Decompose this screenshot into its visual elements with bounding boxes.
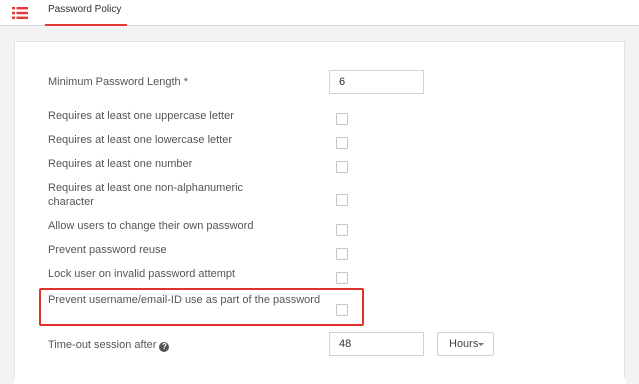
- checkbox-uppercase[interactable]: [336, 113, 348, 125]
- required-mark: *: [180, 76, 189, 88]
- min-length-label: Minimum Password Length *: [48, 75, 298, 89]
- option-label-number: Requires at least one number: [48, 158, 193, 170]
- checkbox-number[interactable]: [336, 161, 348, 173]
- panel-bottom: [14, 378, 625, 384]
- option-label-lock-user: Lock user on invalid password attempt: [48, 268, 236, 280]
- top-bar: Password Policy: [0, 0, 639, 26]
- timeout-label-text: Time-out session after: [48, 339, 157, 351]
- timeout-unit-dropdown[interactable]: Hours: [437, 332, 494, 356]
- option-label-uppercase: Requires at least one uppercase letter: [48, 110, 234, 122]
- checkbox-lock-user[interactable]: [336, 272, 348, 284]
- checkbox-non-alphanumeric[interactable]: [336, 194, 348, 206]
- password-policy-panel: [14, 41, 625, 384]
- checkbox-lowercase[interactable]: [336, 137, 348, 149]
- highlight-box: [39, 288, 364, 326]
- list-icon[interactable]: [12, 7, 28, 19]
- option-label-prevent-reuse: Prevent password reuse: [48, 244, 167, 256]
- timeout-label: Time-out session after?: [48, 338, 298, 352]
- option-label-lowercase: Requires at least one lowercase letter: [48, 134, 233, 146]
- min-length-label-text: Minimum Password Length: [48, 76, 181, 88]
- timeout-unit-label: Hours: [449, 338, 479, 350]
- option-label-non-alphanumeric: Requires at least one non-alphanumeric c…: [48, 182, 244, 208]
- min-length-input[interactable]: 6: [329, 70, 424, 94]
- timeout-input[interactable]: 48: [329, 332, 424, 356]
- option-label-change-own-password: Allow users to change their own password: [48, 220, 254, 232]
- tab-password-policy[interactable]: Password Policy: [45, 0, 128, 26]
- caret-down-icon: [478, 343, 484, 346]
- checkbox-prevent-reuse[interactable]: [336, 248, 348, 260]
- question-circle-icon[interactable]: ?: [159, 342, 170, 352]
- checkbox-change-own-password[interactable]: [336, 224, 348, 236]
